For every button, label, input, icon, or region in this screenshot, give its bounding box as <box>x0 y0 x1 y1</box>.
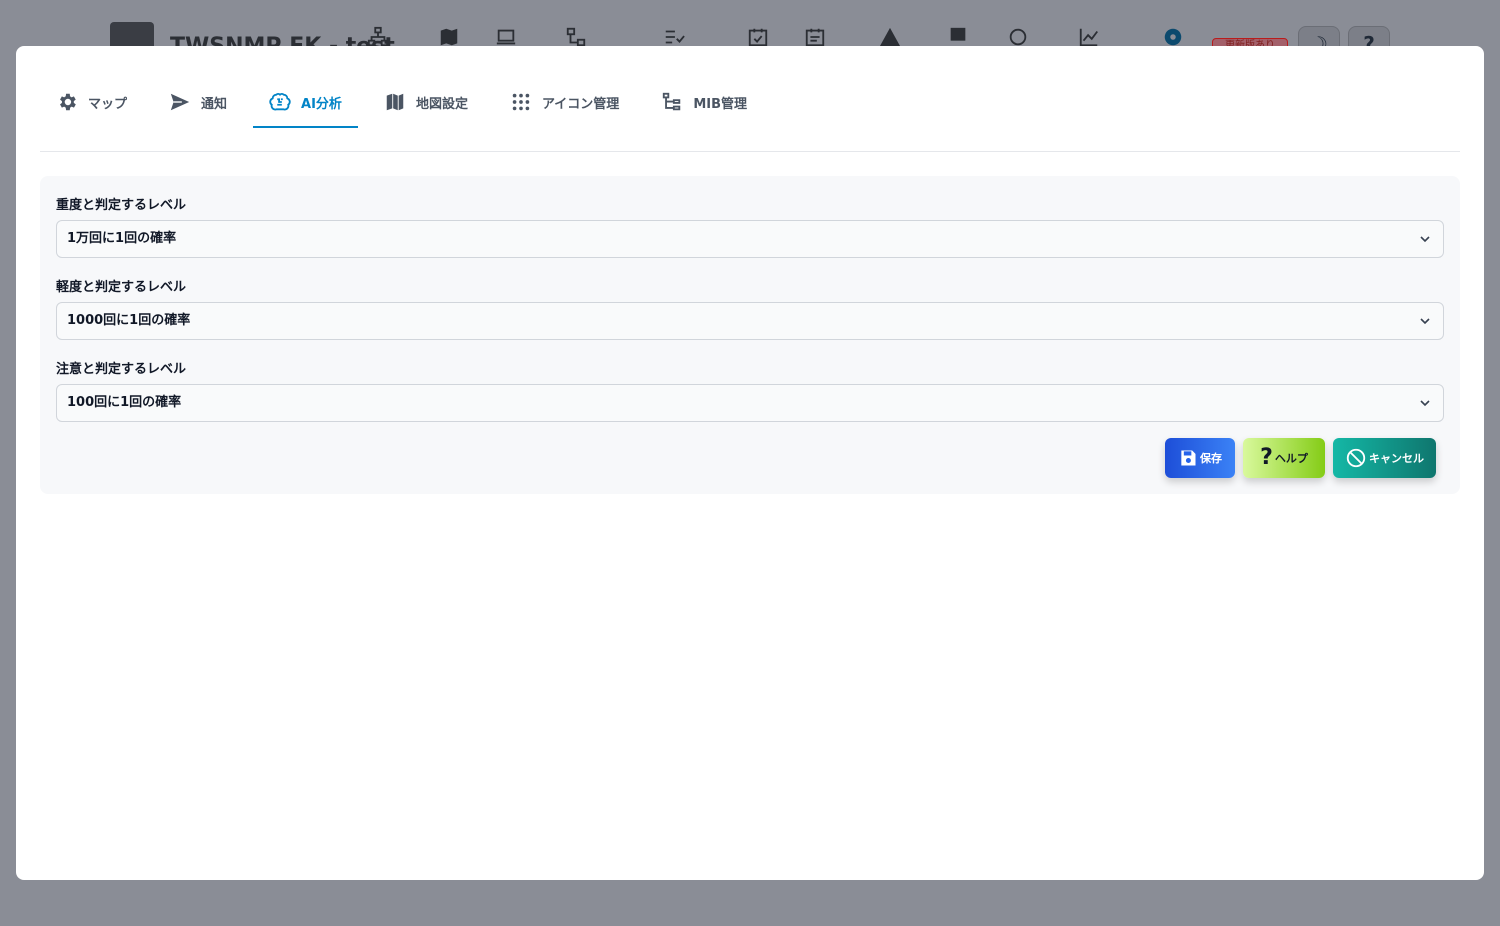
low-level-label: 軽度と判定するレベル <box>56 280 187 295</box>
network-icon[interactable] <box>367 26 389 48</box>
floppy-icon <box>1178 448 1198 468</box>
high-level-label: 重度と判定するレベル <box>56 198 187 213</box>
tab-label: 通知 <box>201 96 228 112</box>
gear-icon <box>56 91 78 113</box>
tab-label: 地図設定 <box>415 96 468 112</box>
tab-notify[interactable]: 通知 <box>153 76 243 128</box>
laptop-icon[interactable] <box>495 26 517 48</box>
chart-icon[interactable] <box>1078 26 1100 48</box>
cancel-button[interactable]: キャンセル <box>1333 438 1436 478</box>
report-icon[interactable] <box>947 26 969 48</box>
cancel-icon <box>1345 447 1367 469</box>
warning-icon[interactable] <box>879 26 901 48</box>
select-value: 100回に1回の確率 <box>67 395 182 410</box>
tab-ai-analysis[interactable]: AI分析 <box>253 76 358 128</box>
calendar-check-icon[interactable] <box>747 26 769 48</box>
help-button[interactable]: ? ヘルプ <box>1243 438 1325 478</box>
high-level-select[interactable]: 1万回に1回の確率 <box>56 220 1444 258</box>
tab-icon-management[interactable]: アイコン管理 <box>494 76 635 128</box>
warn-level-select[interactable]: 100回に1回の確率 <box>56 384 1444 422</box>
settings-modal: マップ 通知 AI分析 地図設定 アイコン管理 MIB管理 重度と判定するレベル… <box>16 46 1484 880</box>
calendar-icon[interactable] <box>804 26 826 48</box>
select-value: 1000回に1回の確率 <box>67 313 191 328</box>
checklist-icon[interactable] <box>663 26 685 48</box>
warn-level-label: 注意と判定するレベル <box>56 362 187 377</box>
tab-label: MIB管理 <box>693 96 747 112</box>
select-value: 1万回に1回の確率 <box>67 231 177 246</box>
cancel-label: キャンセル <box>1369 452 1424 465</box>
ai-settings-form: 重度と判定するレベル 1万回に1回の確率 軽度と判定するレベル 1000回に1回… <box>40 176 1460 494</box>
brain-icon <box>269 91 291 113</box>
question-icon: ? <box>1260 445 1273 470</box>
tab-label: マップ <box>88 96 128 112</box>
tab-label: アイコン管理 <box>541 96 620 112</box>
save-button[interactable]: 保存 <box>1165 438 1235 478</box>
low-level-select[interactable]: 1000回に1回の確率 <box>56 302 1444 340</box>
tab-label: AI分析 <box>301 96 342 112</box>
tree-icon <box>661 91 683 113</box>
settings-tabs: マップ 通知 AI分析 地図設定 アイコン管理 MIB管理 <box>40 76 1460 152</box>
map-icon[interactable] <box>438 26 460 48</box>
chevron-down-icon <box>1420 318 1430 325</box>
grid-icon <box>510 91 532 113</box>
workflow-icon[interactable] <box>565 26 587 48</box>
settings-icon[interactable] <box>1162 26 1184 48</box>
ai-icon[interactable] <box>1007 26 1029 48</box>
tab-mib-management[interactable]: MIB管理 <box>645 76 763 128</box>
save-label: 保存 <box>1200 452 1222 465</box>
send-icon <box>169 91 191 113</box>
tab-map[interactable]: マップ <box>40 76 143 128</box>
tab-map-settings[interactable]: 地図設定 <box>368 76 484 128</box>
help-label: ヘルプ <box>1274 452 1308 465</box>
chevron-down-icon <box>1420 236 1430 243</box>
map-icon <box>384 91 406 113</box>
chevron-down-icon <box>1420 400 1430 407</box>
